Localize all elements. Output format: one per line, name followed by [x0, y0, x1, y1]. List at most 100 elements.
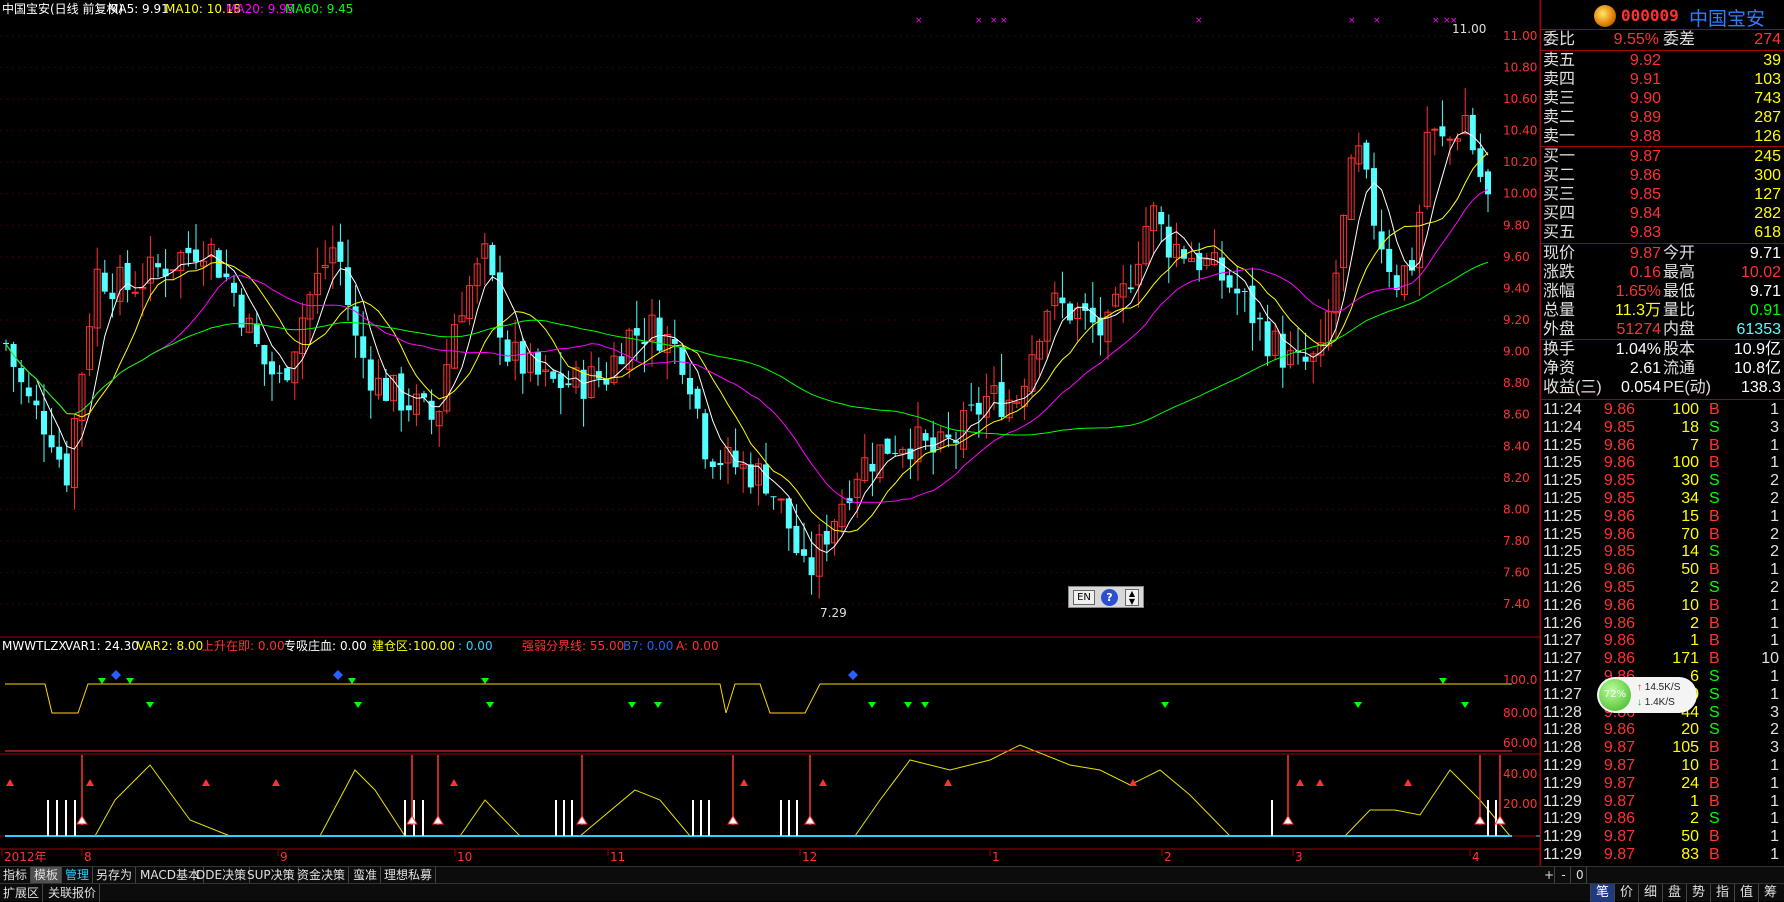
candle-body-down [337, 241, 344, 262]
stat-label: 净资 [1543, 360, 1576, 377]
zoom-out-button[interactable]: - [1557, 867, 1571, 884]
price-tick-label: 8.80 [1503, 376, 1530, 390]
tick-volume: 14 [1681, 543, 1699, 561]
ime-scroll-icon[interactable]: ▲ ▼ [1125, 589, 1139, 606]
kline-chart[interactable]: × × × × × × × × × × 11.0010.8010.6010.4010.2010.0… [0, 0, 1540, 866]
tick-volume: 20 [1681, 721, 1699, 739]
stat-label: 内盘 [1663, 321, 1696, 338]
tick-price: 9.86 [1603, 614, 1635, 632]
buy-arrow-icon [654, 702, 662, 708]
tick-row: 11:25 9.86 50 B 1 [1541, 560, 1784, 579]
related-quote-button[interactable]: 关联报价 [45, 884, 101, 902]
tab-indicator[interactable]: 指标 [0, 867, 32, 884]
ask-row: 卖三 9.90 743 [1541, 89, 1784, 108]
tick-row: 11:25 9.86 15 B 1 [1541, 507, 1784, 526]
stat-value: 10.02 [1740, 264, 1781, 281]
price-tick-label: 9.80 [1503, 218, 1530, 232]
tab-detail[interactable]: 细 [1638, 884, 1662, 902]
tick-price: 9.86 [1603, 596, 1635, 614]
indicator-build-label: 建仓区: [372, 639, 412, 653]
candle-body-down [1219, 257, 1225, 281]
tick-price: 9.86 [1603, 650, 1635, 668]
stat-label: PE(动) [1663, 379, 1712, 396]
diamond-marker [848, 670, 858, 680]
bottom-toolbar: 指标 模板 管理 另存为 MACD基本 DDE决策 SUP决策 资金决策 蛮准 … [0, 866, 1784, 884]
tick-count: 1 [1770, 507, 1779, 525]
sell-marker-icon [1404, 779, 1412, 786]
tab-value[interactable]: 值 [1734, 884, 1758, 902]
help-icon[interactable]: ? [1101, 589, 1118, 606]
candle-body-down [41, 410, 47, 435]
tab-template[interactable]: 模板 [31, 867, 63, 884]
candle-body-down [709, 461, 716, 467]
stat-label: 涨幅 [1543, 283, 1576, 300]
tick-time: 11:26 [1543, 614, 1582, 632]
candle-body-down [1302, 356, 1309, 362]
bid-price: 9.86 [1629, 167, 1661, 184]
price-tick-label: 11.00 [1503, 29, 1537, 43]
tab-index[interactable]: 指 [1710, 884, 1734, 902]
extension-area-button[interactable]: 扩展区 [0, 884, 44, 902]
price-tick-label: 9.60 [1503, 250, 1530, 264]
tick-time: 11:28 [1543, 739, 1582, 757]
buy-arrow-icon [904, 702, 912, 708]
tab-manzhun[interactable]: 蛮准 [350, 867, 382, 884]
tab-manage[interactable]: 管理 [62, 867, 94, 884]
time-tick-label: 8 [84, 850, 92, 864]
weicha-label: 委差 [1663, 31, 1696, 48]
candle-body-down [1234, 288, 1241, 294]
candle-body-up [1446, 138, 1454, 141]
tab-save-as[interactable]: 另存为 [93, 867, 137, 884]
tick-time: 11:29 [1543, 757, 1582, 774]
tick-time: 11:25 [1543, 490, 1582, 507]
stat-value: 0.054 [1620, 379, 1661, 396]
candle-body-down [1165, 226, 1172, 258]
bid-label: 买五 [1543, 224, 1576, 241]
tick-volume: 1 [1690, 632, 1699, 650]
tab-private[interactable]: 理想私募 [381, 867, 437, 884]
stats-row: 现价 9.87 今开 9.71 [1541, 244, 1784, 263]
weibi-label: 委比 [1543, 31, 1576, 48]
tick-direction: S [1709, 579, 1720, 596]
zoom-reset-button[interactable]: 0 [1573, 867, 1587, 884]
buy-arrow-icon [481, 678, 489, 684]
bid-label: 买四 [1543, 205, 1576, 222]
tick-volume: 24 [1681, 774, 1699, 792]
ask-price: 9.90 [1629, 90, 1661, 107]
tab-sup[interactable]: SUP决策 [244, 867, 299, 884]
ime-toolbar[interactable]: EN ? ▲ ▼ [1068, 586, 1144, 608]
candle-body-down [732, 450, 739, 468]
ask-row: 卖四 9.91 103 [1541, 70, 1784, 89]
candle-body-down [975, 402, 982, 415]
tick-time: 11:28 [1543, 721, 1582, 739]
tab-dde[interactable]: DDE决策 [193, 867, 251, 884]
signal-arrow-icon [76, 815, 88, 825]
ma5-label: MA5: 9.91 [108, 2, 169, 16]
tick-count: 1 [1770, 561, 1779, 579]
buy-arrow-icon [1161, 702, 1169, 708]
indicator-tick-label: 80.00 [1503, 706, 1537, 720]
stat-label: 涨跌 [1543, 264, 1576, 281]
tab-fund[interactable]: 资金决策 [294, 867, 350, 884]
tick-count: 2 [1770, 721, 1779, 739]
bid-price: 9.85 [1629, 186, 1661, 203]
ma60-label: MA60: 9.45 [285, 2, 353, 16]
price-tick-label: 9.00 [1503, 345, 1530, 359]
time-axis: 2012年 8 9 10 11 12 1 2 3 4 [1, 849, 1480, 864]
candle-body-down [945, 434, 952, 438]
ask-price: 9.91 [1629, 71, 1661, 88]
candle-body-down [535, 351, 541, 375]
stock-code: 000009 [1621, 6, 1679, 25]
tab-trend[interactable]: 势 [1686, 884, 1710, 902]
tab-price[interactable]: 价 [1614, 884, 1638, 902]
time-tick-label: 3 [1295, 850, 1303, 864]
tab-book[interactable]: 盘 [1662, 884, 1686, 902]
tab-trades[interactable]: 笔 [1590, 884, 1614, 902]
tab-chips[interactable]: 筹 [1758, 884, 1782, 902]
tick-direction: B [1709, 632, 1720, 650]
candle-body-down [801, 549, 807, 556]
tick-price: 9.86 [1603, 454, 1635, 472]
zoom-in-button[interactable]: + [1541, 867, 1555, 884]
ime-lang-button[interactable]: EN [1073, 590, 1095, 605]
network-speed-badge[interactable]: 72% ↑ 14.5K/S ↓ 1.4K/S [1597, 677, 1697, 713]
